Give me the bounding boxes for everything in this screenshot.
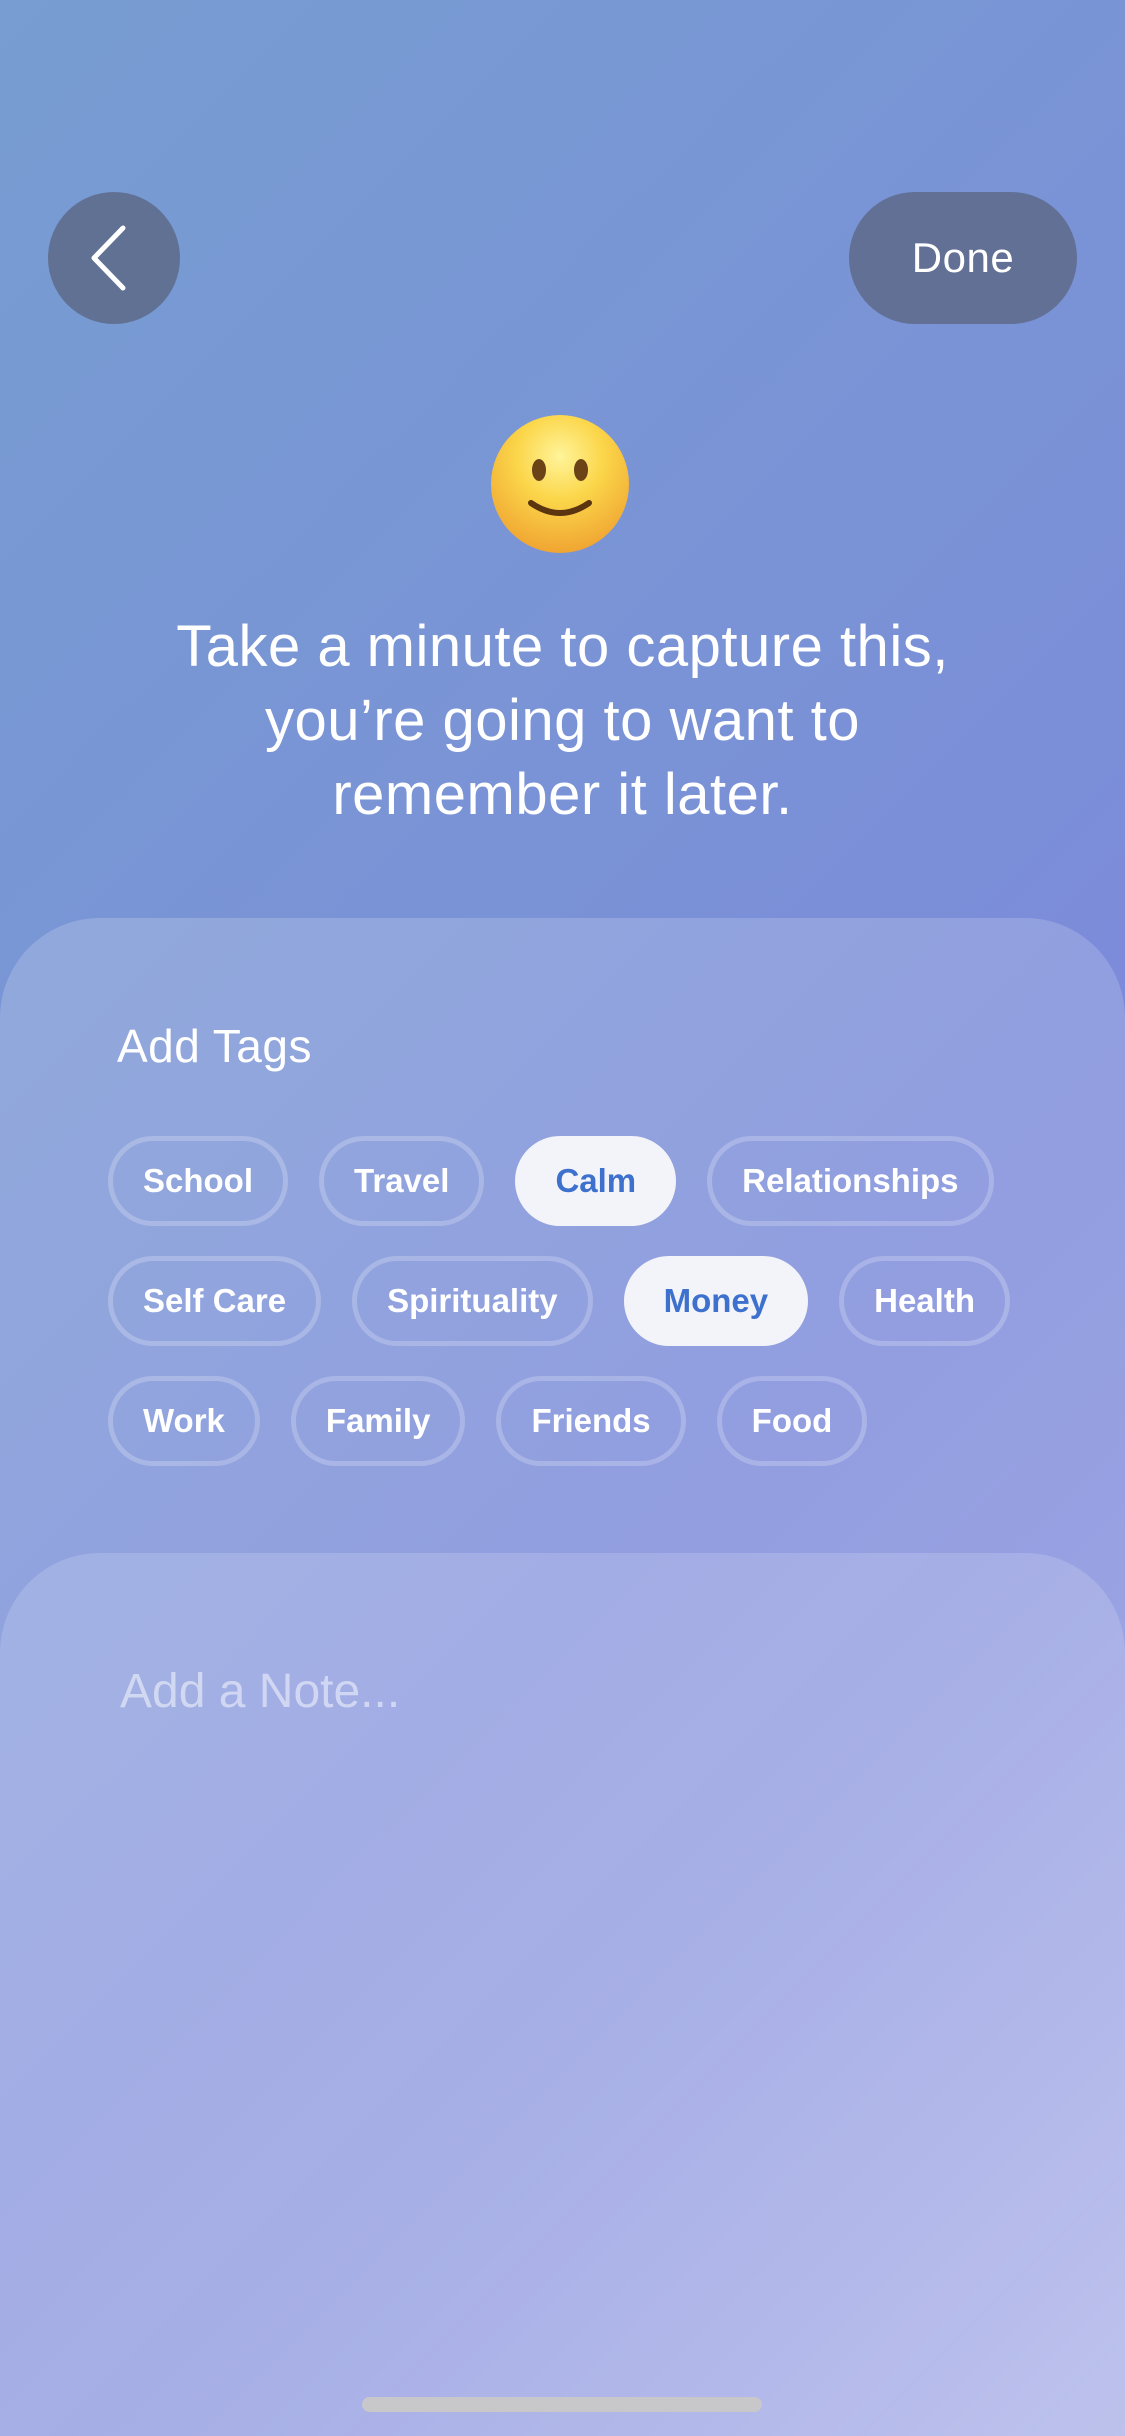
tag-relationships[interactable]: Relationships [707,1136,994,1226]
tag-family[interactable]: Family [290,1376,466,1466]
prompt-text: Take a minute to capture this, you’re go… [60,610,1065,832]
tag-spirituality[interactable]: Spirituality [352,1256,593,1346]
prompt-line: Take a minute to capture this, [176,614,949,679]
prompt-line: remember it later. [332,762,793,827]
prompt-line: you’re going to want to [264,688,861,753]
done-button[interactable]: Done [849,192,1077,324]
tag-self-care[interactable]: Self Care [108,1256,322,1346]
tag-food[interactable]: Food [716,1376,868,1466]
tag-health[interactable]: Health [839,1256,1010,1346]
chevron-left-icon [91,225,126,291]
tags-title: Add Tags [117,1020,312,1072]
slightly-smiling-face-icon [491,415,629,553]
tag-calm[interactable]: Calm [515,1136,677,1226]
tag-row: Work Family Friends Food [108,1376,1068,1466]
note-input[interactable] [120,1660,1020,2300]
tag-money[interactable]: Money [623,1256,809,1346]
journal-entry-screen: Done Take a minute to capture this, you’… [0,0,1125,2436]
tag-friends[interactable]: Friends [496,1376,686,1466]
tag-work[interactable]: Work [108,1376,260,1466]
tag-travel[interactable]: Travel [319,1136,485,1226]
back-button[interactable] [48,192,180,324]
tag-row: Self Care Spirituality Money Health [108,1256,1068,1346]
tag-school[interactable]: School [108,1136,289,1226]
home-indicator[interactable] [362,2397,762,2412]
tag-row: School Travel Calm Relationships [108,1136,1068,1226]
tag-list: School Travel Calm Relationships Self Ca… [108,1136,1068,1496]
